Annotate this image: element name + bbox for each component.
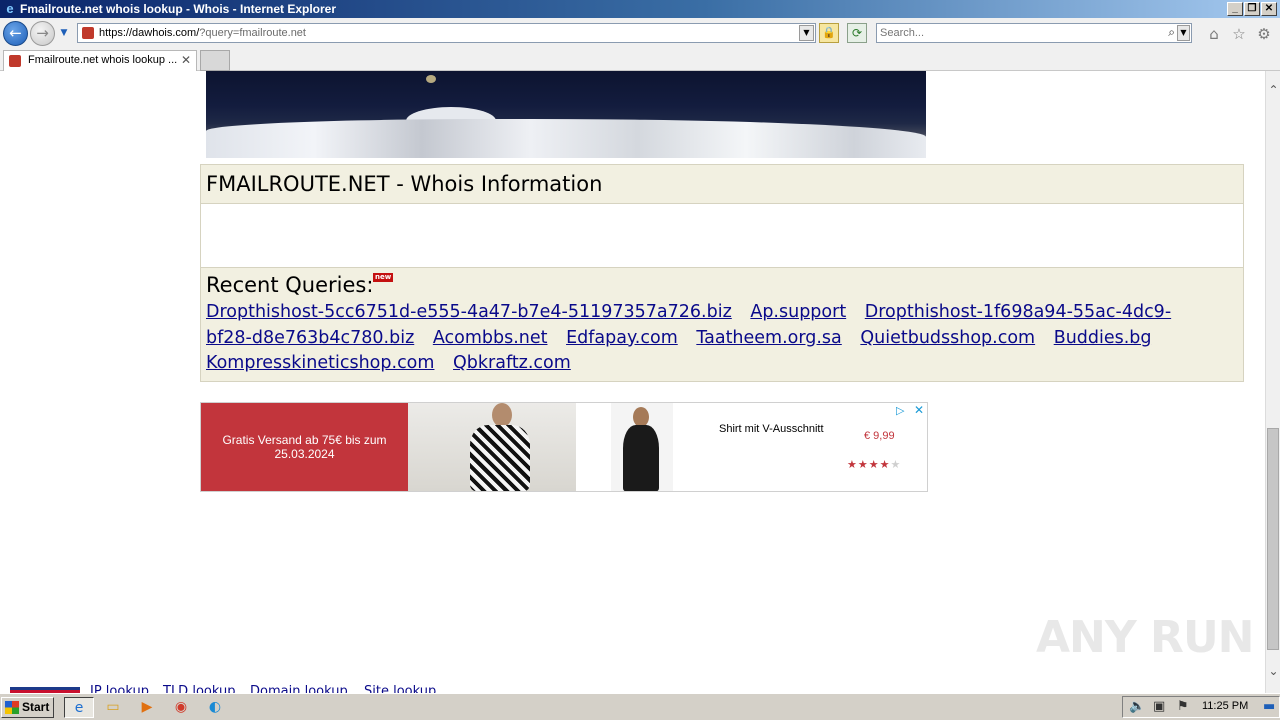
footer-link-site-lookup[interactable]: Site lookup xyxy=(364,684,436,693)
anyrun-watermark: ANY RUN xyxy=(1036,612,1254,663)
star-empty-icon: ★ xyxy=(890,458,902,471)
recent-query-link[interactable]: Taatheem.org.sa xyxy=(696,328,841,348)
new-tab-button[interactable] xyxy=(200,50,230,71)
forward-button[interactable]: → xyxy=(30,21,55,46)
ad-promo-text: Gratis Versand ab 75€ bis zum 25.03.2024 xyxy=(222,433,387,461)
ad-close-icon[interactable]: ✕ xyxy=(914,403,924,417)
taskbar-edge-icon[interactable]: ◐ xyxy=(200,697,230,718)
taskbar-media-player-icon[interactable]: ▶ xyxy=(132,697,162,718)
banner-island xyxy=(426,75,436,83)
banner-ice-shelf xyxy=(206,119,926,158)
recent-query-link[interactable]: Buddies.bg xyxy=(1054,328,1152,348)
new-badge: new xyxy=(373,273,394,282)
ad-model-dress xyxy=(470,425,530,491)
tab-favicon-icon xyxy=(9,55,21,67)
tab-bar: Fmailroute.net whois lookup ... ✕ xyxy=(0,48,1280,71)
address-bar[interactable]: https://dawhois.com/?query=fmailroute.ne… xyxy=(77,23,816,43)
recent-query-link[interactable]: Ap.support xyxy=(750,302,846,322)
ad-product-name[interactable]: Shirt mit V-Ausschnitt xyxy=(719,423,824,435)
star-filled-icon: ★ xyxy=(857,458,869,471)
favorites-star-icon[interactable]: ☆ xyxy=(1230,25,1248,43)
search-box[interactable]: ⌕ ▼ xyxy=(876,23,1192,43)
recent-query-link[interactable]: Qbkraftz.com xyxy=(453,353,571,373)
page-viewport: FMAILROUTE.NET - Whois Information Recen… xyxy=(0,71,1265,693)
close-tab-icon[interactable]: ✕ xyxy=(181,53,191,67)
taskbar: Start e ▭ ▶ ◉ ◐ 🔈 ▣ ⚑ 11:25 PM ▬ xyxy=(0,693,1280,720)
page-title: FMAILROUTE.NET - Whois Information xyxy=(206,172,603,196)
star-filled-icon: ★ xyxy=(847,458,858,471)
ad-product-photo[interactable] xyxy=(611,403,673,491)
taskbar-chrome-icon[interactable]: ◉ xyxy=(166,697,196,718)
volume-icon[interactable]: 🔈 xyxy=(1129,699,1145,714)
ad-product-price: € 9,99 xyxy=(864,430,895,442)
recent-query-link[interactable]: Dropthishost-5cc6751d-e555-4a47-b7e4-511… xyxy=(206,302,732,322)
whois-title-section: FMAILROUTE.NET - Whois Information xyxy=(200,164,1244,204)
ad-product-model-head xyxy=(633,407,649,427)
window-title-bar: e Fmailroute.net whois lookup - Whois - … xyxy=(0,0,1280,18)
ad-product-shirt xyxy=(623,425,659,491)
whois-content-area xyxy=(200,203,1244,268)
windows-logo-icon xyxy=(5,701,19,714)
internet-explorer-icon: e xyxy=(6,1,14,16)
ad-model-head xyxy=(492,403,512,427)
address-dropdown-button[interactable]: ▼ xyxy=(799,25,814,41)
security-lock-icon[interactable]: 🔒 xyxy=(819,23,839,43)
scrollbar-thumb[interactable] xyxy=(1267,428,1279,650)
url-host: https://dawhois.com/ xyxy=(99,27,200,39)
back-button[interactable]: ← xyxy=(3,21,28,46)
recent-query-link[interactable]: Quietbudsshop.com xyxy=(860,328,1035,348)
start-button[interactable]: Start xyxy=(1,697,54,718)
refresh-button[interactable]: ⟳ xyxy=(847,23,867,43)
url-query: ?query=fmailroute.net xyxy=(199,27,306,39)
footer-link-tld-lookup[interactable]: TLD lookup xyxy=(163,684,235,693)
recent-query-link[interactable]: Edfapay.com xyxy=(566,328,678,348)
star-filled-icon: ★ xyxy=(879,458,891,471)
restore-button[interactable]: ❐ xyxy=(1244,2,1260,16)
scroll-down-icon[interactable]: ⌄ xyxy=(1266,664,1280,679)
footer-link-ip-lookup[interactable]: IP lookup xyxy=(90,684,149,693)
site-favicon-icon xyxy=(82,27,94,39)
search-input[interactable] xyxy=(880,26,1155,40)
vertical-scrollbar[interactable]: ⌃ ⌄ xyxy=(1265,71,1280,693)
star-filled-icon: ★ xyxy=(868,458,880,471)
tab-fmailroute[interactable]: Fmailroute.net whois lookup ... ✕ xyxy=(3,50,197,71)
minimize-button[interactable]: _ xyxy=(1227,2,1243,16)
search-dropdown-button[interactable]: ▼ xyxy=(1177,25,1190,41)
close-window-button[interactable]: ✕ xyxy=(1261,2,1277,16)
tab-label: Fmailroute.net whois lookup ... xyxy=(28,54,178,66)
action-center-flag-icon[interactable]: ⚑ xyxy=(1177,699,1189,714)
ad-model-photo[interactable] xyxy=(408,403,576,491)
recent-pages-dropdown-icon[interactable]: ▼ xyxy=(58,26,70,40)
network-icon[interactable]: ▣ xyxy=(1153,699,1165,714)
navigation-bar: ← → ▼ https://dawhois.com/?query=fmailro… xyxy=(0,18,1280,48)
clock[interactable]: 11:25 PM xyxy=(1202,700,1248,712)
footer-link-domain-lookup[interactable]: Domain lookup xyxy=(250,684,348,693)
recent-queries-section: Recent Queries: new Dropthishost-5cc6751… xyxy=(200,267,1244,382)
scroll-up-icon[interactable]: ⌃ xyxy=(1266,83,1280,98)
settings-gear-icon[interactable]: ⚙ xyxy=(1255,25,1273,43)
recent-queries-list: Dropthishost-5cc6751d-e555-4a47-b7e4-511… xyxy=(206,300,1206,377)
recent-query-link[interactable]: Acombbs.net xyxy=(433,328,548,348)
recent-queries-title: Recent Queries: xyxy=(206,273,374,297)
advertisement-banner[interactable]: Gratis Versand ab 75€ bis zum 25.03.2024… xyxy=(200,402,928,492)
system-tray: 🔈 ▣ ⚑ 11:25 PM ▬ xyxy=(1122,696,1280,718)
show-desktop-icon[interactable]: ▬ xyxy=(1263,699,1275,714)
adchoices-icon[interactable]: ▷ xyxy=(896,404,904,417)
taskbar-file-explorer-icon[interactable]: ▭ xyxy=(98,697,128,718)
address-url[interactable]: https://dawhois.com/?query=fmailroute.ne… xyxy=(99,27,306,39)
footer-nav: IP lookup TLD lookup Domain lookup Site … xyxy=(0,683,1265,693)
ad-promo-panel[interactable]: Gratis Versand ab 75€ bis zum 25.03.2024 xyxy=(201,403,408,491)
recent-query-link[interactable]: Kompresskineticshop.com xyxy=(206,353,434,373)
ad-rating-stars: ★★★★★ xyxy=(847,458,901,471)
home-icon[interactable]: ⌂ xyxy=(1205,25,1223,43)
window-title: Fmailroute.net whois lookup - Whois - In… xyxy=(20,2,337,16)
start-label: Start xyxy=(22,700,50,714)
header-banner-image xyxy=(206,71,926,158)
taskbar-internet-explorer-icon[interactable]: e xyxy=(64,697,94,718)
search-icon[interactable]: ⌕ xyxy=(1168,25,1175,40)
